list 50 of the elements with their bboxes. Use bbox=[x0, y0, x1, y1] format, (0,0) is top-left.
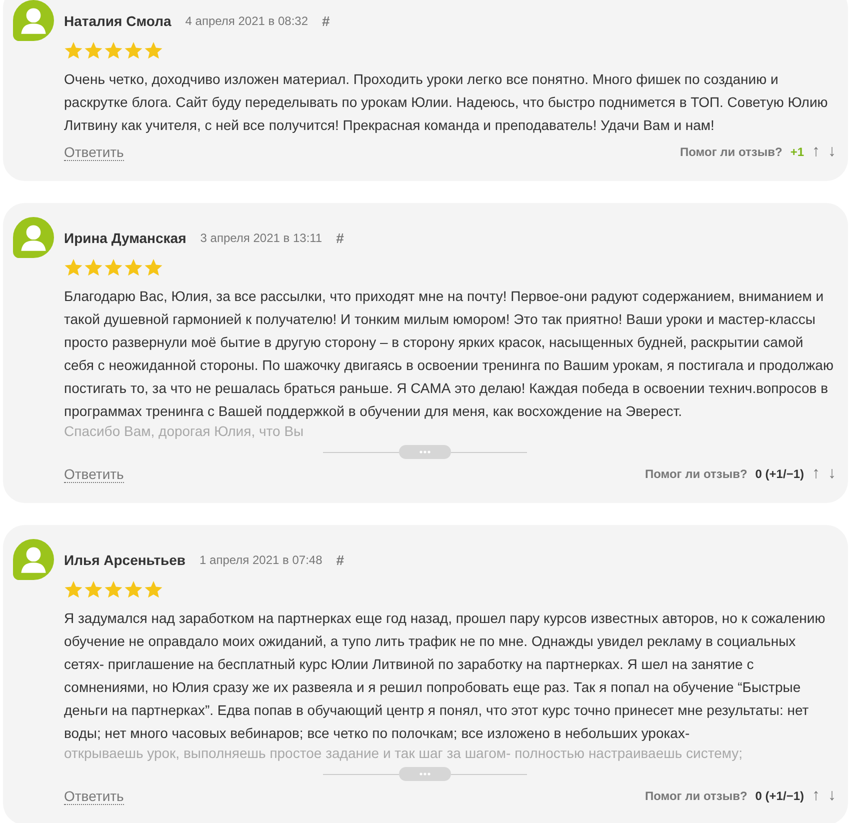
star-icon bbox=[124, 41, 143, 60]
author-name: Илья Арсеньтьев bbox=[64, 552, 186, 568]
star-icon bbox=[84, 258, 103, 277]
star-icon bbox=[104, 41, 123, 60]
upvote-button[interactable]: ↑ bbox=[812, 787, 820, 805]
upvote-button[interactable]: ↑ bbox=[812, 143, 820, 161]
author-name: Наталия Смола bbox=[64, 12, 172, 28]
downvote-button[interactable]: ↓ bbox=[828, 787, 836, 805]
review-date: 1 апреля 2021 в 07:48 bbox=[200, 552, 322, 566]
expand-button[interactable] bbox=[398, 445, 450, 459]
review-text: Очень четко, доходчиво изложен материал. Проходить уроки легко все понятно. Много фишек по созданию и раскрутке блога. Сайт буду переделывать по урокам Юлии. Надеюсь, что быстро поднимется в ТОП. Советую Юлию Литвину как учителя, с ней все получится! Прекрасная команда и преподаватель! Удачи Вам и нам! bbox=[64, 70, 829, 135]
downvote-button[interactable]: ↓ bbox=[828, 465, 836, 483]
anchor-link[interactable]: # bbox=[322, 12, 330, 28]
anchor-link[interactable]: # bbox=[336, 552, 344, 568]
faded-text: Спасибо Вам, дорогая Юлия, что Вы bbox=[64, 423, 305, 439]
review-text: Благодарю Вас, Юлия, за все рассылки, что приходят мне на почту! Первое-они радуют содержанием, вниманием и такой душевной гармонией к получателю! И тонким милым юмором! Это так приятно! Ваши уроки и мастер-классы просто развернули моё бытие в другую сторону – в сторону ярких красок, насыщенных будней, раскрытии самой себя с неожиданной стороны. По шажочку двигаясь в освоении тренинга по Вашим урокам, я постигала и продолжаю постигать то, за что не решалась браться раньше. Я САМА это делаю! Каждая победа в освоении технич.вопросов в программах тренинга с Вашей поддержкой в обучении для меня, как восхождение на Эверест. bbox=[64, 287, 834, 421]
reply-link[interactable]: Ответить bbox=[64, 144, 124, 160]
star-icon bbox=[124, 258, 143, 277]
star-icon bbox=[84, 41, 103, 60]
star-icon bbox=[64, 580, 83, 599]
reply-link[interactable]: Ответить bbox=[64, 466, 124, 482]
star-icon bbox=[104, 258, 123, 277]
author-name: Ирина Думанская bbox=[64, 230, 186, 246]
star-icon bbox=[84, 580, 103, 599]
reply-link[interactable]: Ответить bbox=[64, 788, 124, 804]
helpful-score: 0 (+1/−1) bbox=[755, 467, 804, 481]
review-date: 4 апреля 2021 в 08:32 bbox=[185, 14, 308, 28]
star-icon bbox=[144, 258, 163, 277]
ellipsis-icon bbox=[418, 772, 430, 776]
avatar bbox=[13, 217, 54, 258]
star-icon bbox=[64, 258, 83, 277]
review-date: 3 апреля 2021 в 13:11 bbox=[200, 230, 322, 244]
ellipsis-icon bbox=[418, 450, 430, 454]
star-icon bbox=[144, 580, 163, 599]
star-icon bbox=[144, 41, 163, 60]
star-icon bbox=[124, 580, 143, 599]
helpful-score: 0 (+1/−1) bbox=[755, 789, 804, 803]
anchor-link[interactable]: # bbox=[336, 230, 344, 246]
helpful-label: Помог ли отзыв? bbox=[680, 145, 782, 159]
helpful-score: +1 bbox=[790, 145, 804, 159]
avatar bbox=[13, 539, 54, 580]
downvote-button[interactable]: ↓ bbox=[828, 143, 836, 161]
helpful-label: Помог ли отзыв? bbox=[644, 467, 748, 481]
review-text: Я задумался над заработком на партнерках еще год назад, прошел пару курсов известных авторов, но к сожалению обучение не оправдало моих ожиданий, а тупо лить трафик не по мне. Однажды увидел рекламу в социальных сетях- приглашение на бесплатный курс Юлии Литвиной по заработку на партнерках. Я шел на занятие с сомнениями, но Юлия сразу же их развеяла и я решил попробовать еще раз. Так я попал на обучение “Быстрые деньги на партнерках”. Едва попав в обучающий центр я понял, что этот курс точно принесет мне результаты: нет воды; нет много часовых вебинаров; все четко по полочкам; все изложено в небольших уроках- bbox=[64, 609, 826, 743]
star-icon bbox=[64, 41, 83, 60]
helpful-label: Помог ли отзыв? bbox=[644, 789, 748, 803]
faded-text: открываешь урок, выполняешь простое задание и так шаг за шагом- полностью настраиваешь систему; bbox=[64, 745, 744, 761]
upvote-button[interactable]: ↑ bbox=[812, 465, 820, 483]
expand-button[interactable] bbox=[398, 767, 450, 781]
star-icon bbox=[104, 580, 123, 599]
